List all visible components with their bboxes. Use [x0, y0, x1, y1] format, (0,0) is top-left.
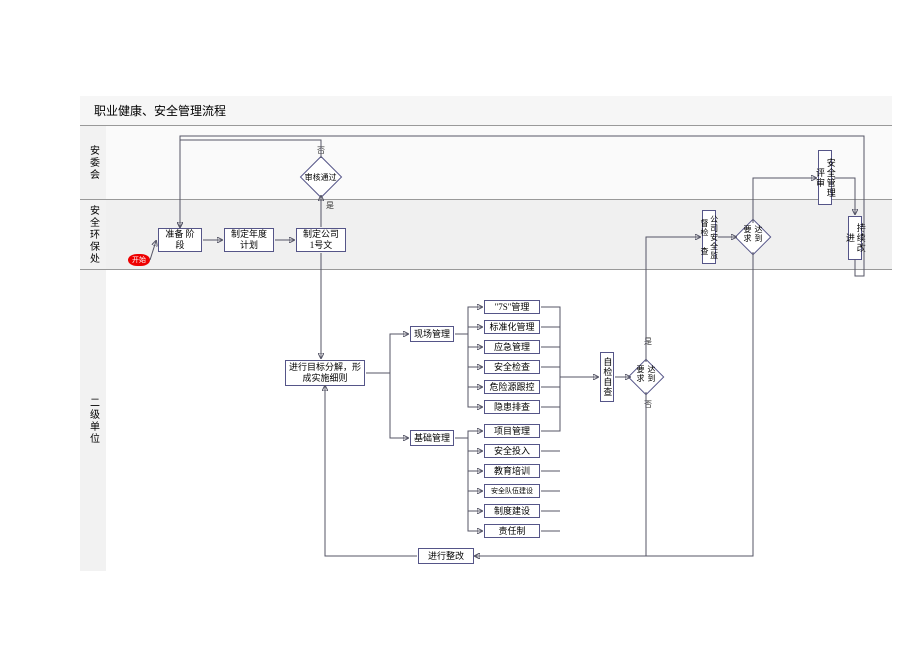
- inspect-box: 安全检查: [484, 360, 540, 374]
- swimlane-1: [106, 126, 892, 200]
- emerg-box: 应急管理: [484, 340, 540, 354]
- decompose-box: 进行目标分解，形 成实施细则: [285, 360, 365, 386]
- supervise-box: 公司安全监督检 查: [702, 210, 716, 264]
- req1-yes-label: 是: [644, 336, 652, 347]
- assess-box: 安全管理评审: [818, 150, 832, 205]
- swimlane-label-3: 二级单位: [80, 270, 106, 571]
- self-check-box: 自检自查: [600, 352, 614, 402]
- hazard-box: 危险源跟控: [484, 380, 540, 394]
- annual-plan-box: 制定年度 计划: [224, 228, 274, 252]
- 7s-box: "7S"管理: [484, 300, 540, 314]
- req1-no-label: 否: [644, 399, 652, 410]
- std-box: 标准化管理: [484, 320, 540, 334]
- decision-no-label: 否: [317, 145, 325, 156]
- invest-box: 安全投入: [484, 444, 540, 458]
- resp-box: 责任制: [484, 524, 540, 538]
- prepare-box: 准备 阶段: [158, 228, 202, 252]
- company-doc-box: 制定公司 1号文: [296, 228, 346, 252]
- edu-box: 教育培训: [484, 464, 540, 478]
- team-box: 安全队伍建设: [484, 484, 540, 498]
- swimlane-label-1: 安委会: [80, 126, 106, 200]
- system-box: 制度建设: [484, 504, 540, 518]
- proj-box: 项目管理: [484, 424, 540, 438]
- rectify-box: 进行整改: [418, 548, 474, 564]
- improve-box: 持续改进: [848, 216, 862, 260]
- site-mgmt-box: 现场管理: [410, 326, 454, 342]
- diagram-title: 职业健康、安全管理流程: [80, 96, 892, 126]
- hidden-box: 隐患排查: [484, 400, 540, 414]
- swimlane-label-2: 安全环保处: [80, 200, 106, 270]
- start-node: 开始: [128, 254, 150, 266]
- base-mgmt-box: 基础管理: [410, 430, 454, 446]
- decision-yes-label: 是: [326, 200, 334, 211]
